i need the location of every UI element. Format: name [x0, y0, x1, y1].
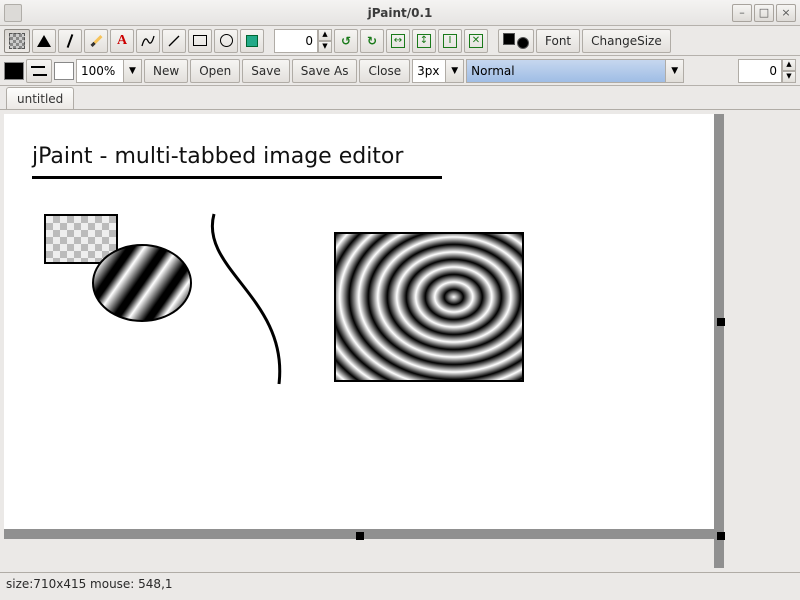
- canvas-gradient-ellipse: [92, 244, 192, 322]
- invert-button[interactable]: I: [438, 29, 462, 53]
- foreground-color-swatch[interactable]: [4, 62, 24, 80]
- fill-tool[interactable]: [32, 29, 56, 53]
- stroke-combo[interactable]: ▼: [412, 59, 464, 83]
- value-spinner-2[interactable]: ▲▼: [738, 59, 796, 83]
- swap-colors-button[interactable]: [26, 59, 52, 83]
- font-button[interactable]: Font: [536, 29, 580, 53]
- line-icon: [167, 34, 181, 48]
- minimize-button[interactable]: –: [732, 4, 752, 22]
- changesize-button[interactable]: ChangeSize: [582, 29, 671, 53]
- canvas-shadow-bottom: [4, 529, 724, 539]
- curve-tool[interactable]: [136, 29, 160, 53]
- flip-v-button[interactable]: ↕: [412, 29, 436, 53]
- rect-tool[interactable]: [188, 29, 212, 53]
- pencil-tool[interactable]: [84, 29, 108, 53]
- background-color-swatch[interactable]: [54, 62, 74, 80]
- stroke-dropdown-button[interactable]: ▼: [446, 59, 464, 83]
- canvas-curve-stroke: [194, 209, 304, 389]
- spinner-2-up[interactable]: ▲: [782, 59, 796, 71]
- save-button[interactable]: Save: [242, 59, 289, 83]
- workspace: jPaint - multi-tabbed image editor: [0, 110, 800, 572]
- zoom-input[interactable]: [76, 59, 124, 83]
- rotate-cw-icon: ↻: [367, 34, 377, 48]
- circle-tool[interactable]: [214, 29, 238, 53]
- flip-h-icon: ↔: [391, 34, 405, 48]
- spinner-1-down[interactable]: ▼: [318, 41, 332, 53]
- select-icon: [9, 33, 25, 49]
- new-button[interactable]: New: [144, 59, 188, 83]
- spinner-1-up[interactable]: ▲: [318, 29, 332, 41]
- maximize-button[interactable]: □: [754, 4, 774, 22]
- canvas-heading-text: jPaint - multi-tabbed image editor: [32, 144, 403, 169]
- spinner-2-down[interactable]: ▼: [782, 71, 796, 83]
- toolbar-file: ▼ New Open Save Save As Close ▼ ▼ ▲▼: [0, 56, 800, 86]
- toolbar-tools: A ▲▼ ↺ ↻ ↔ ↕ I ✕ Font ChangeSize: [0, 26, 800, 56]
- status-bar: size:710x415 mouse: 548,1: [0, 572, 800, 598]
- app-icon: [4, 4, 22, 22]
- titlebar: jPaint/0.1 – □ ×: [0, 0, 800, 26]
- close-window-button[interactable]: ×: [776, 4, 796, 22]
- canvas[interactable]: jPaint - multi-tabbed image editor: [4, 114, 714, 529]
- shape-fill-icon: [503, 33, 529, 49]
- flip-h-button[interactable]: ↔: [386, 29, 410, 53]
- refresh-icon: ↺: [341, 34, 351, 48]
- resize-handle-corner[interactable]: [717, 532, 725, 540]
- blendmode-input[interactable]: [466, 59, 666, 83]
- canvas-shadow-right: [714, 114, 724, 568]
- rect-icon: [193, 35, 207, 46]
- zoom-combo[interactable]: ▼: [76, 59, 142, 83]
- circle-icon: [220, 34, 233, 47]
- open-button[interactable]: Open: [190, 59, 240, 83]
- blendmode-dropdown-button[interactable]: ▼: [666, 59, 684, 83]
- invert-icon: I: [443, 34, 457, 48]
- swap-icon: [31, 64, 47, 78]
- stamp-icon: [246, 35, 258, 47]
- clear-button[interactable]: ✕: [464, 29, 488, 53]
- canvas-ripple-rect: [334, 232, 524, 382]
- curve-icon: [141, 34, 155, 48]
- window-title: jPaint/0.1: [0, 6, 800, 20]
- spinner-2-input[interactable]: [738, 59, 782, 83]
- picker-icon: [67, 34, 74, 48]
- text-tool[interactable]: A: [110, 29, 134, 53]
- saveas-button[interactable]: Save As: [292, 59, 358, 83]
- stroke-input[interactable]: [412, 59, 446, 83]
- text-icon: A: [117, 33, 127, 49]
- refresh-button[interactable]: ↺: [334, 29, 358, 53]
- tab-untitled[interactable]: untitled: [6, 87, 74, 109]
- picker-tool[interactable]: [58, 29, 82, 53]
- stamp-tool[interactable]: [240, 29, 264, 53]
- fill-icon: [37, 35, 51, 47]
- document-tabstrip: untitled: [0, 86, 800, 110]
- select-tool[interactable]: [4, 29, 30, 53]
- close-button[interactable]: Close: [359, 59, 410, 83]
- value-spinner-1[interactable]: ▲▼: [274, 29, 332, 53]
- status-text: size:710x415 mouse: 548,1: [6, 577, 173, 591]
- canvas-underline: [32, 176, 442, 179]
- blendmode-combo[interactable]: ▼: [466, 59, 684, 83]
- zoom-dropdown-button[interactable]: ▼: [124, 59, 142, 83]
- line-tool[interactable]: [162, 29, 186, 53]
- spinner-1-input[interactable]: [274, 29, 318, 53]
- resize-handle-bottom[interactable]: [356, 532, 364, 540]
- clear-icon: ✕: [469, 34, 483, 48]
- rotate-cw-button[interactable]: ↻: [360, 29, 384, 53]
- pencil-icon: [90, 34, 102, 46]
- flip-v-icon: ↕: [417, 34, 431, 48]
- resize-handle-right[interactable]: [717, 318, 725, 326]
- shape-fill-toggle[interactable]: [498, 29, 534, 53]
